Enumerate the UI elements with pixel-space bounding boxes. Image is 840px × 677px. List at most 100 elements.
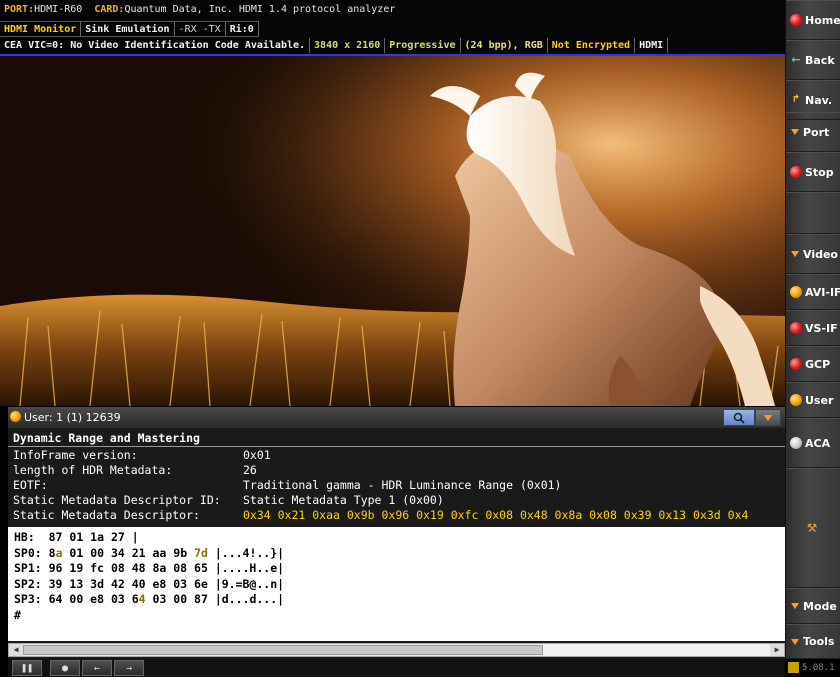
pause-button[interactable]: ❚❚: [12, 660, 42, 676]
orange-ball-icon: [790, 394, 802, 406]
hdmi-monitor-tab[interactable]: HDMI Monitor: [0, 22, 82, 36]
infoframe-panel: User: 1 (1) 12639 Dynamic Range and Mast…: [8, 407, 785, 677]
hex-label: SP2:: [14, 576, 49, 591]
stop-label: Stop: [805, 165, 834, 179]
field-value: Traditional gamma - HDR Luminance Range …: [243, 478, 562, 492]
mode-menu-button[interactable]: Mode: [786, 588, 840, 624]
port-card-row: PORT:HDMI-R60 CARD:Quantum Data, Inc. HD…: [4, 2, 784, 17]
rx-tx-status: -RX -TX: [175, 22, 226, 36]
tools-menu-button[interactable]: Tools: [786, 624, 840, 659]
horizontal-scrollbar[interactable]: ◀ ▶: [8, 643, 785, 657]
back-arrow-icon: ←: [791, 53, 801, 66]
empty-slot: [786, 192, 840, 234]
red-ball-icon: [790, 322, 802, 334]
aca-button[interactable]: ACA: [786, 418, 840, 468]
back-button[interactable]: ← Back: [786, 40, 840, 80]
hex-row: SP2: 39 13 3d 42 40 e8 03 6e |9.=B@..n|: [14, 577, 779, 593]
bpp-info: (24 bpp), RGB: [461, 38, 548, 53]
home-label: Home: [805, 13, 840, 27]
encryption-info: Not Encrypted: [548, 38, 636, 53]
panel-title: User: 1 (1) 12639: [24, 411, 121, 424]
monitor-row: HDMI Monitor Sink Emulation -RX -TX Ri:0: [0, 21, 259, 37]
panel-menu-button[interactable]: [755, 409, 781, 426]
field-value: Static Metadata Type 1 (0x00): [243, 493, 444, 507]
hex-ascii: 03 00 87 |d...d...|: [145, 592, 285, 606]
scroll-right-icon[interactable]: ▶: [770, 644, 784, 656]
hex-row: SP0: 8a 01 00 34 21 aa 9b 7d |...4!..}|: [14, 546, 779, 562]
avi-if-button[interactable]: AVI-IF: [786, 274, 840, 310]
scan-info: Progressive: [385, 38, 461, 53]
stop-icon: [790, 166, 802, 178]
hex-dump: HB: 87 01 1a 27 | SP0: 8a 01 00 34 21 aa…: [8, 527, 785, 641]
left-arrow-icon: ←: [93, 662, 101, 674]
gcp-button[interactable]: GCP: [786, 346, 840, 382]
field-label: EOTF:: [13, 478, 48, 492]
hex-bytes: 96: [48, 561, 63, 575]
field-label: InfoFrame version:: [13, 448, 138, 462]
user-button[interactable]: User: [786, 382, 840, 418]
previous-button[interactable]: ←: [82, 660, 112, 676]
field-label: length of HDR Metadata:: [13, 463, 173, 477]
field-label: Static Metadata Descriptor ID:: [13, 493, 221, 507]
hex-label: HB:: [14, 530, 42, 544]
hex-bytes: 39: [48, 576, 63, 591]
aca-label: ACA: [805, 436, 831, 450]
gcp-label: GCP: [805, 357, 831, 371]
card-label: CARD:: [94, 4, 125, 15]
back-label: Back: [805, 53, 835, 67]
port-menu-button[interactable]: Port: [786, 112, 840, 152]
field-row: Static Metadata Descriptor ID: Static Met…: [8, 493, 785, 508]
field-row: length of HDR Metadata: 26: [8, 463, 785, 478]
record-button[interactable]: ●: [50, 660, 80, 676]
gray-ball-icon: [790, 437, 802, 449]
hex-prompt: #: [14, 607, 21, 622]
hex-highlight: 4: [138, 592, 146, 606]
nav-icon: ↱: [791, 94, 801, 105]
hex-ascii: |...4!..}|: [207, 545, 285, 560]
hex-row: #: [14, 608, 779, 624]
red-ball-icon: [790, 358, 802, 370]
playback-toolbar: ❚❚ ● ← →: [8, 659, 785, 677]
terminal-icon: [788, 662, 799, 673]
hex-ascii: |9.=B@..n|: [207, 576, 285, 591]
dropdown-triangle-icon: [791, 603, 799, 609]
user-label: User: [805, 393, 834, 407]
version-text: 5.08.1: [802, 663, 835, 673]
next-button[interactable]: →: [114, 660, 144, 676]
field-row: EOTF: Traditional gamma - HDR Luminance R…: [8, 478, 785, 493]
search-button[interactable]: [723, 409, 755, 426]
scroll-left-icon[interactable]: ◀: [9, 644, 23, 656]
side-navigation: Home ← Back ↱ Nav. Port Stop Video AVI-IF …: [785, 0, 840, 677]
vic-info: CEA VIC=0: No Video Identification Code …: [0, 38, 311, 53]
version-badge: 5.08.1: [785, 659, 840, 677]
port-label: PORT:: [4, 4, 35, 15]
sink-emulation-tab[interactable]: Sink Emulation: [81, 22, 175, 36]
wrench-icon: ⚒: [806, 521, 818, 535]
hex-row: SP1: 96 19 fc 08 48 8a 08 65 |....H..e|: [14, 561, 779, 577]
dropdown-triangle-icon: [764, 414, 772, 421]
dropdown-triangle-icon: [791, 638, 799, 645]
hex-highlight: 7d: [194, 545, 208, 560]
port-value: HDMI-R60: [34, 4, 83, 15]
panel-buttons: [723, 409, 781, 426]
vs-if-button[interactable]: VS-IF: [786, 310, 840, 346]
field-value: 0x34 0x21 0xaa 0x9b 0x96 0x19 0xfc 0x08 …: [243, 508, 749, 522]
video-preview: [0, 56, 785, 406]
field-value: 0x01: [243, 448, 271, 462]
nav-label: Nav.: [805, 93, 833, 107]
right-arrow-icon: →: [125, 662, 133, 674]
scroll-thumb[interactable]: [23, 645, 543, 655]
home-button[interactable]: Home: [786, 0, 840, 40]
hex-bytes: 8: [48, 545, 56, 560]
record-icon: ●: [61, 662, 69, 674]
horse-image: [0, 56, 785, 406]
mode-label: Mode: [803, 599, 837, 613]
video-menu-button[interactable]: Video: [786, 234, 840, 274]
home-icon: [790, 14, 802, 26]
hex-row: HB: 87 01 1a 27 |: [14, 530, 779, 546]
tools-shortcut-button[interactable]: ⚒: [786, 468, 840, 588]
stop-button[interactable]: Stop: [786, 152, 840, 192]
search-icon: [733, 412, 745, 424]
orange-ball-icon: [790, 286, 802, 298]
mode-info: HDMI: [635, 38, 669, 53]
